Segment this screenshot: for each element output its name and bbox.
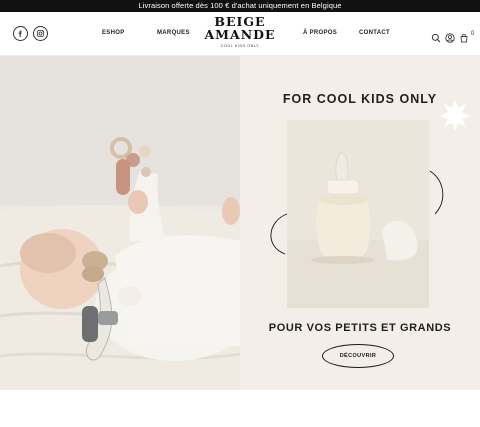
hero-panel: FOR COOL KIDS ONLY POUR VOS PETITS ET GR… bbox=[240, 56, 480, 390]
hero-subtitle: POUR VOS PETITS ET GRANDS bbox=[268, 322, 452, 334]
nav-contact[interactable]: CONTACT bbox=[359, 30, 390, 36]
hero-title: FOR COOL KIDS ONLY bbox=[282, 92, 438, 106]
announcement-text: Livraison offerte dès 100 € d'achat uniq… bbox=[138, 1, 342, 10]
facebook-icon[interactable] bbox=[13, 26, 28, 41]
discover-button[interactable]: DÉCOUVRIR bbox=[322, 344, 394, 368]
cart-count: 0 bbox=[471, 31, 475, 37]
nav-marques[interactable]: MARQUES bbox=[157, 30, 190, 36]
nav-a-propos[interactable]: À PROPOS bbox=[303, 30, 337, 36]
hero-photo-baby bbox=[0, 56, 240, 390]
site-header: ESHOP MARQUES BEIGE AMANDE COOL KIDS ONL… bbox=[0, 12, 480, 56]
account-icon[interactable] bbox=[445, 30, 455, 43]
product-image-bottle bbox=[287, 120, 429, 308]
logo-line-2: AMANDE bbox=[204, 27, 276, 42]
nav-eshop[interactable]: ESHOP bbox=[102, 30, 125, 36]
logo-tagline: COOL KIDS ONLY bbox=[220, 44, 260, 48]
site-logo[interactable]: BEIGE AMANDE COOL KIDS ONLY bbox=[200, 15, 280, 48]
search-icon[interactable] bbox=[431, 30, 441, 43]
announcement-bar: Livraison offerte dès 100 € d'achat uniq… bbox=[0, 0, 480, 12]
next-section bbox=[0, 390, 480, 427]
cart-icon[interactable] bbox=[459, 30, 469, 43]
hero-banner: FOR COOL KIDS ONLY POUR VOS PETITS ET GR… bbox=[0, 56, 480, 390]
instagram-icon[interactable] bbox=[33, 26, 48, 41]
